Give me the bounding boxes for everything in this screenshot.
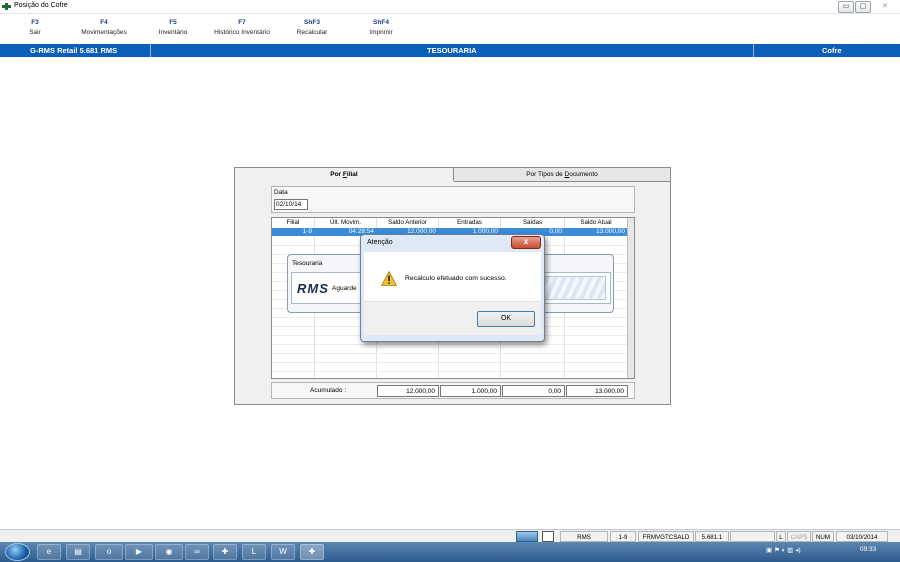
app-icon	[2, 3, 11, 10]
toolbar-movimentacoes-button[interactable]: F4 Movimentações	[69, 19, 139, 36]
strip-divider	[753, 44, 754, 57]
dialog-title: Atenção	[367, 239, 393, 246]
status-bar: RMS 1-9 FRMVGTCSALD 5.681.1 L CAPS NUM 0…	[0, 529, 900, 543]
status-caps: CAPS	[787, 531, 811, 542]
tray-icons[interactable]: ▣ ⚑ ◐ ▥ ◂)	[766, 546, 801, 554]
toolbar-key: ShF3	[304, 19, 320, 26]
total-saidas: 0,00	[502, 385, 565, 397]
accumulated-row: Acumulado : 12.000,00 1.000,00 0,00 13.0…	[271, 382, 635, 399]
ok-button[interactable]: OK	[477, 311, 535, 327]
toolbar-label: Inventário	[158, 29, 188, 36]
total-entradas: 1.000,00	[440, 385, 501, 397]
toolbar-key: F3	[31, 19, 39, 26]
rms-window-icon[interactable]: ✚	[300, 544, 324, 560]
column-header: Últ. Movim.	[315, 218, 377, 227]
total-saldo-anterior: 12.000,00	[377, 385, 439, 397]
toolbar-imprimir-button[interactable]: ShF4 Imprimir	[346, 19, 416, 36]
column-header: Filial	[272, 218, 315, 227]
monitor-icon	[516, 531, 538, 542]
lync-icon[interactable]: L	[242, 544, 266, 560]
status-filial: 1-9	[610, 531, 636, 542]
grid-line	[272, 362, 627, 363]
tab-label: Por Filial	[330, 171, 358, 178]
taskbar: e ▤ o ▶ ◉ ∞ ✚ L W ✚ ▣ ⚑ ◐ ▥ ◂) 09:33	[0, 542, 900, 562]
explorer-icon[interactable]: ▤	[66, 544, 90, 560]
column-header: Entradas	[439, 218, 501, 227]
outlook-icon[interactable]: o	[95, 544, 123, 560]
dialog-close-button[interactable]: x	[511, 236, 541, 249]
toolbar-key: F4	[100, 19, 108, 26]
maximize-button[interactable]: ▢	[855, 1, 871, 13]
total-saldo-atual: 13.000,00	[566, 385, 628, 397]
toolbar-label: Sair	[29, 29, 41, 36]
mnemonic-letter: D	[564, 171, 570, 178]
column-header: Saldo Anterior	[377, 218, 439, 227]
toolbar-historico-button[interactable]: F7 Histórico Inventário	[207, 19, 277, 36]
toolbar-key: ShF4	[373, 19, 389, 26]
app-version-label: G-RMS Retail 5.681 RMS	[30, 46, 118, 55]
toolbar-label: Histórico Inventário	[214, 29, 270, 36]
word-icon[interactable]: W	[271, 544, 295, 560]
column-header: Saldo Atual	[565, 218, 628, 227]
mnemonic-letter: F	[342, 171, 347, 178]
column-header: Saídas	[501, 218, 565, 227]
toolbar-label: Movimentações	[81, 29, 127, 36]
date-group: Data 02/10/14	[271, 186, 635, 213]
toolbar-label: Imprimir	[369, 29, 393, 36]
rms-app-icon[interactable]: ✚	[213, 544, 237, 560]
tesouraria-message: Aguarde	[332, 285, 357, 292]
window-title-bar: Posição do Cofre ▭ ▢ ✕	[0, 0, 900, 14]
dialog-message: Recalculo efetuado com sucesso.	[405, 275, 507, 282]
toolbar-recalcular-button[interactable]: ShF3 Recalcular	[277, 19, 347, 36]
toolbar-label: Recalcular	[296, 29, 328, 36]
cell-saldo-atual: 13.000,00	[596, 228, 625, 235]
dialog-body: Recalculo efetuado com sucesso. OK	[364, 252, 541, 335]
dialog-footer: OK	[364, 301, 541, 335]
start-button[interactable]	[5, 543, 30, 561]
status-form: FRMVGTCSALD	[638, 531, 694, 542]
status-num: NUM	[812, 531, 834, 542]
tab-label: Por Tipos de Documento	[526, 171, 598, 178]
ie-icon[interactable]: e	[37, 544, 61, 560]
status-version: 5.681.1	[695, 531, 729, 542]
tesouraria-title: Tesouraria	[292, 260, 323, 267]
remote-icon[interactable]: ◉	[155, 544, 183, 560]
status-l: L	[776, 531, 786, 542]
status-user: RMS	[560, 531, 608, 542]
tab-por-tipos-documento[interactable]: Por Tipos de Documento	[454, 168, 670, 182]
link-icon[interactable]: ∞	[185, 544, 209, 560]
strip-divider	[150, 44, 151, 57]
window-title: Posição do Cofre	[14, 2, 68, 9]
warning-icon	[381, 271, 397, 286]
accumulated-label: Acumulado :	[310, 387, 347, 394]
clipboard-icon	[542, 531, 554, 542]
toolbar-inventario-button[interactable]: F5 Inventário	[138, 19, 208, 36]
grid-line	[272, 344, 627, 345]
cell-filial: 1-9	[302, 228, 312, 235]
close-window-button[interactable]: ✕	[872, 1, 898, 13]
section-label: TESOURARIA	[427, 46, 477, 55]
module-label: Cofre	[822, 46, 842, 55]
taskbar-clock[interactable]: 09:33	[860, 546, 876, 553]
toolbar-key: F5	[169, 19, 177, 26]
header-strip: G-RMS Retail 5.681 RMS TESOURARIA Cofre	[0, 44, 900, 57]
grid-line	[272, 371, 627, 372]
alert-dialog: Atenção x Recalculo efetuado com sucesso…	[360, 234, 545, 342]
minimize-button[interactable]: ▭	[838, 1, 854, 13]
toolbar-sair-button[interactable]: F3 Sair	[0, 19, 70, 36]
toolbar-key: F7	[238, 19, 246, 26]
tab-por-filial[interactable]: Por Filial	[235, 168, 454, 181]
media-player-icon[interactable]: ▶	[125, 544, 153, 560]
status-date: 03/10/2014	[836, 531, 888, 542]
rms-logo: RMS	[297, 281, 329, 296]
date-field[interactable]: 02/10/14	[274, 199, 308, 210]
status-empty	[730, 531, 775, 542]
date-label: Data	[274, 189, 288, 196]
grid-line	[272, 353, 627, 354]
table-scrollbar[interactable]	[627, 218, 634, 378]
progress-animation	[544, 276, 606, 300]
